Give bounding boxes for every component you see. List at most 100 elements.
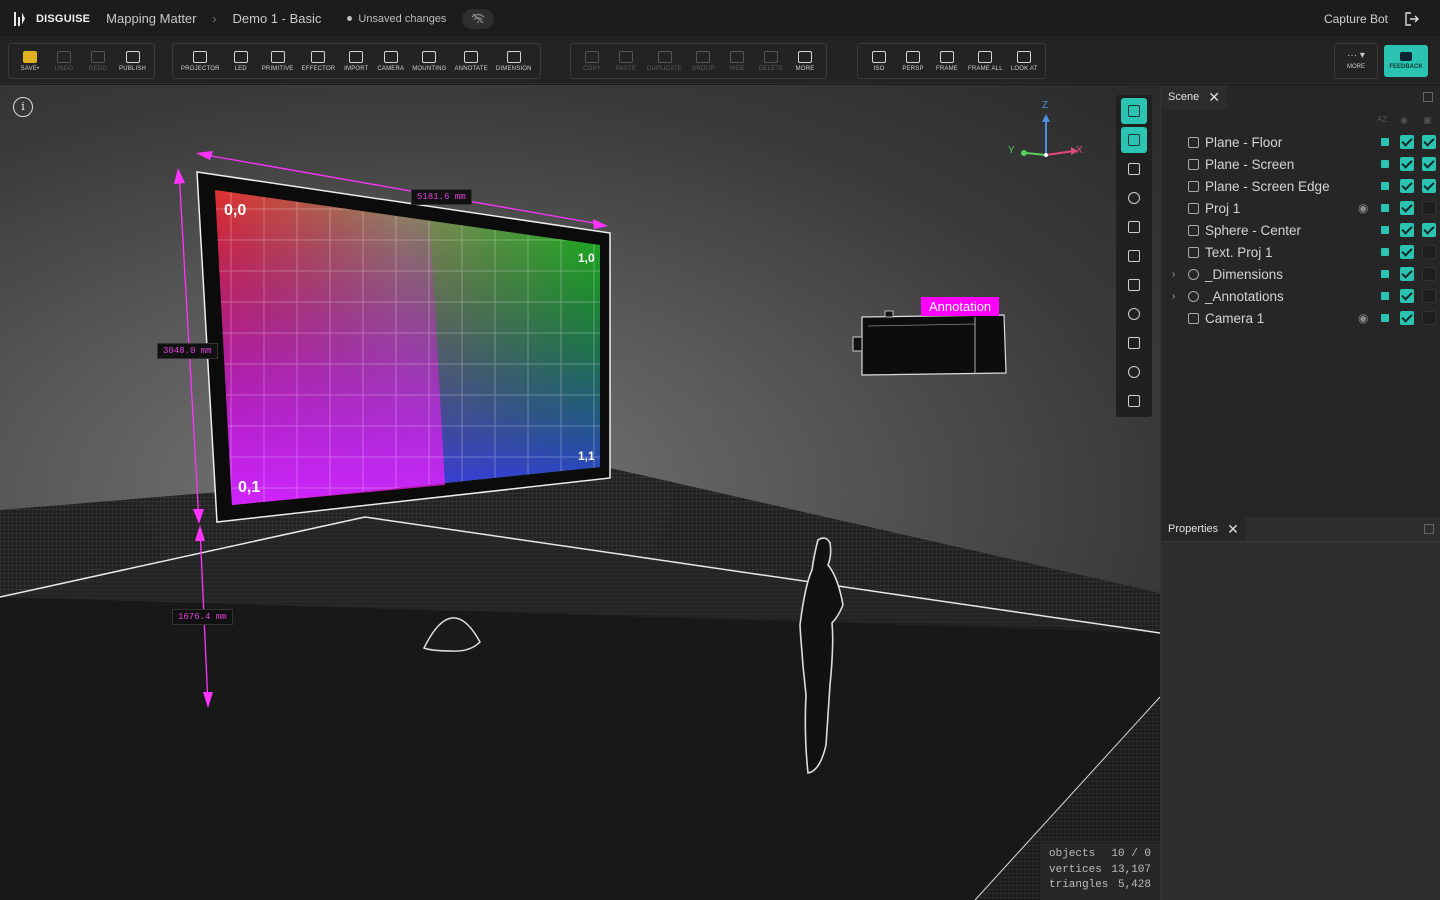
tree-item[interactable]: Proj 1 ◉: [1161, 197, 1440, 219]
tab-scene[interactable]: Scene ✕: [1161, 85, 1227, 109]
chevron-right-icon[interactable]: ›: [1172, 291, 1175, 302]
delete-button[interactable]: DELETE: [754, 44, 788, 78]
grid-view-button[interactable]: [1121, 243, 1147, 269]
temperature-button[interactable]: [1121, 214, 1147, 240]
image-button[interactable]: [1121, 388, 1147, 414]
mounting-button[interactable]: MOUNTING: [408, 44, 450, 78]
lock-checkbox[interactable]: [1422, 179, 1436, 193]
projector-model[interactable]: [852, 310, 1007, 376]
annotate-button[interactable]: ANNOTATE: [450, 44, 491, 78]
3d-viewport[interactable]: i 5181.6 mm 3048.0 mm 1676.4 mm 0,0 1,0 …: [0, 85, 1160, 900]
visible-checkbox[interactable]: [1400, 157, 1414, 171]
hide-button[interactable]: HIDE: [720, 44, 754, 78]
info-icon[interactable]: i: [13, 97, 33, 117]
color-tag-icon[interactable]: [1381, 292, 1389, 300]
close-icon[interactable]: ✕: [1208, 89, 1220, 106]
close-icon[interactable]: ✕: [1227, 521, 1239, 538]
tree-item[interactable]: Camera 1 ◉: [1161, 307, 1440, 329]
paste-button[interactable]: PASTE: [609, 44, 643, 78]
lock-checkbox[interactable]: [1422, 201, 1436, 215]
tree-item[interactable]: Plane - Screen Edge: [1161, 175, 1440, 197]
logout-icon[interactable]: [1404, 11, 1420, 27]
popout-icon[interactable]: [1423, 92, 1433, 102]
effector-button[interactable]: EFFECTOR: [298, 44, 340, 78]
tree-item[interactable]: Text. Proj 1: [1161, 241, 1440, 263]
feedback-button[interactable]: FEEDBACK: [1384, 45, 1428, 77]
color-tag-icon[interactable]: [1381, 314, 1389, 322]
color-tag-icon[interactable]: [1381, 204, 1389, 212]
visible-checkbox[interactable]: [1400, 179, 1414, 193]
lock-checkbox[interactable]: [1422, 157, 1436, 171]
lock-checkbox[interactable]: [1422, 135, 1436, 149]
persp-button[interactable]: PERSP: [896, 44, 930, 78]
publish-button[interactable]: PUBLISH: [115, 44, 150, 78]
snapshot-button[interactable]: [1121, 272, 1147, 298]
frame-button[interactable]: FRAME: [930, 44, 964, 78]
user-name[interactable]: Capture Bot: [1324, 12, 1388, 26]
chevron-right-icon[interactable]: ›: [1172, 269, 1175, 280]
lock-checkbox[interactable]: [1422, 223, 1436, 237]
primitive-button[interactable]: PRIMITIVE: [258, 44, 298, 78]
annotation-label[interactable]: Annotation: [921, 297, 1000, 316]
tab-properties[interactable]: Properties ✕: [1161, 517, 1246, 541]
color-tag-icon[interactable]: [1381, 138, 1389, 146]
dimension-elevation-label[interactable]: 1676.4 mm: [172, 609, 233, 625]
eye-icon[interactable]: ◉: [1358, 201, 1368, 215]
dimension-button[interactable]: DIMENSION: [492, 44, 536, 78]
tree-item[interactable]: Sphere - Center: [1161, 219, 1440, 241]
lock-checkbox[interactable]: [1422, 245, 1436, 259]
group-button[interactable]: GROUP: [686, 44, 720, 78]
color-tag-icon[interactable]: [1381, 182, 1389, 190]
color-tag-icon[interactable]: [1381, 248, 1389, 256]
axis-gizmo[interactable]: Z Y X: [1008, 100, 1088, 170]
dimension-width-label[interactable]: 5181.6 mm: [411, 189, 472, 205]
visible-checkbox[interactable]: [1400, 267, 1414, 281]
lock-checkbox[interactable]: [1422, 311, 1436, 325]
lock-checkbox[interactable]: [1422, 267, 1436, 281]
more-menu-button[interactable]: ··· ▾ MORE: [1334, 43, 1378, 79]
led-button[interactable]: LED: [224, 44, 258, 78]
redo-button[interactable]: REDO: [81, 44, 115, 78]
breadcrumb-file[interactable]: Demo 1 - Basic: [233, 11, 322, 26]
undo-button[interactable]: UNDO: [47, 44, 81, 78]
projector-button[interactable]: PROJECTOR: [177, 44, 224, 78]
connection-button[interactable]: [462, 8, 495, 29]
copy-button[interactable]: COPY: [575, 44, 609, 78]
document-button[interactable]: [1121, 330, 1147, 356]
color-tag-icon[interactable]: [1381, 270, 1389, 278]
dimension-height-label[interactable]: 3048.0 mm: [157, 343, 218, 359]
breadcrumb-project[interactable]: Mapping Matter: [106, 11, 196, 26]
import-button[interactable]: IMPORT: [339, 44, 373, 78]
sort-az-button[interactable]: AZ: [1377, 115, 1387, 124]
save-button[interactable]: SAVE•: [13, 44, 47, 78]
color-tag-icon[interactable]: [1381, 160, 1389, 168]
layers-button[interactable]: [1121, 156, 1147, 182]
more-button[interactable]: MORE: [788, 44, 822, 78]
lock-checkbox[interactable]: [1422, 289, 1436, 303]
iso-button[interactable]: ISO: [862, 44, 896, 78]
duplicate-button[interactable]: DUPLICATE: [643, 44, 686, 78]
tree-item[interactable]: › _Dimensions: [1161, 263, 1440, 285]
visible-checkbox[interactable]: [1400, 135, 1414, 149]
scene-tree-toggle-button[interactable]: [1121, 98, 1147, 124]
lighting-button[interactable]: [1121, 185, 1147, 211]
properties-toggle-button[interactable]: [1121, 127, 1147, 153]
camera-button[interactable]: CAMERA: [373, 44, 408, 78]
tree-item[interactable]: Plane - Screen: [1161, 153, 1440, 175]
history-button[interactable]: [1121, 359, 1147, 385]
frame-all-button[interactable]: FRAME ALL: [964, 44, 1007, 78]
look-at-button[interactable]: LOOK AT: [1007, 44, 1042, 78]
tree-item[interactable]: Plane - Floor: [1161, 131, 1440, 153]
axis-x-label: X: [1076, 145, 1083, 156]
settings-button[interactable]: [1121, 301, 1147, 327]
color-tag-icon[interactable]: [1381, 226, 1389, 234]
brand[interactable]: DISGUISE: [14, 11, 90, 26]
eye-icon[interactable]: ◉: [1358, 311, 1368, 325]
tree-item[interactable]: › _Annotations: [1161, 285, 1440, 307]
visible-checkbox[interactable]: [1400, 201, 1414, 215]
visible-checkbox[interactable]: [1400, 245, 1414, 259]
visible-checkbox[interactable]: [1400, 311, 1414, 325]
popout-icon[interactable]: [1424, 524, 1434, 534]
visible-checkbox[interactable]: [1400, 289, 1414, 303]
visible-checkbox[interactable]: [1400, 223, 1414, 237]
